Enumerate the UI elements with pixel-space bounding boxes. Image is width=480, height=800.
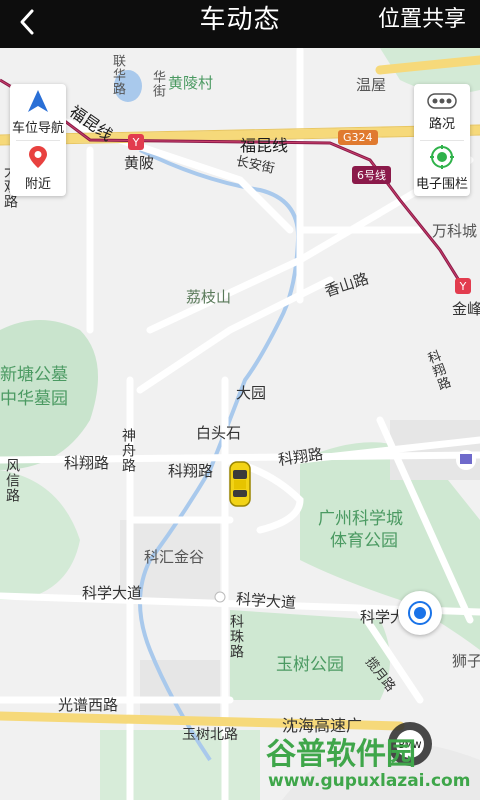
map-label-kexianglu-mid: 科翔路 [168,462,214,480]
geofence-icon [430,144,454,169]
parking-navigation-button[interactable]: 车位导航 [10,84,66,140]
traffic-icon [427,92,457,109]
map-label-kezhulu: 科珠路 [228,614,244,659]
left-control-panel: 车位导航 附近 [10,84,66,196]
map-label-kexianglu-west: 科翔路 [64,454,110,472]
geofence-button[interactable]: 电子围栏 [414,140,470,196]
map-label-jinfeng: 金峰 [452,300,480,318]
map-label-yushupark: 玉树公园 [276,655,344,675]
watermark-url: www.gupuxlazai.com [268,771,470,791]
metro-badge-line6: 6号线 [352,166,391,184]
map-label-zhonghua: 中华墓园 [0,389,68,409]
nearby-button[interactable]: 附近 [10,140,66,196]
nearby-label: 附近 [24,176,51,192]
map-view[interactable]: Y Y 黄陵村 温屋 联华路 华街 福昆线 福昆线 黄陂 长安街 万科城 金峰 … [0,48,480,800]
map-label-guangpuxilu: 光谱西路 [58,696,119,714]
map-label-shizi: 狮子 [452,652,480,670]
map-label-shenzhoulu: 神舟路 [120,428,136,473]
location-pin-icon [29,145,47,168]
map-label-huajie: 华街 [150,70,165,98]
locate-me-button[interactable] [398,591,442,635]
map-label-huangling: 黄陂 [124,154,155,172]
top-bar: 车动态 位置共享 [0,0,480,48]
map-label-wenwu: 温屋 [356,76,387,94]
traffic-label: 路况 [428,116,455,132]
app-root: 车动态 位置共享 Y Y 黄陵村 温屋 联华路 华街 福昆线 福昆线 黄陂 长安… [0,0,480,800]
watermark-cn: 谷普软件园 [266,737,416,772]
svg-text:Y: Y [459,280,467,293]
map-label-kehuijingu: 科汇金谷 [144,548,205,566]
map-label-yushubeilu: 玉树北路 [182,727,238,743]
map-label-wankecheng: 万科城 [432,222,478,240]
watermark-logo: BMW 谷普软件园 www.gupuxlazai.com [266,722,480,800]
map-label-huanglingcun: 黄陵村 [168,74,214,92]
map-label-dayuan: 大园 [236,384,267,402]
parking-navigation-label: 车位导航 [11,120,64,136]
geofence-label: 电子围栏 [415,176,468,192]
map-label-kexuedadao-west: 科学大道 [82,584,143,602]
current-location-icon [408,601,432,625]
location-share-button[interactable]: 位置共享 [378,0,466,48]
map-label-sportspark-2: 体育公园 [330,531,398,551]
navigation-arrow-icon [28,89,48,112]
metro-station-huangling: Y [128,134,144,150]
map-label-baitoushi: 白头石 [196,424,242,442]
right-control-panel: 路况 电子围栏 [414,84,470,196]
svg-text:Y: Y [132,136,140,149]
map-label-fengxinlu: 风信路 [4,458,20,503]
traffic-button[interactable]: 路况 [414,84,470,140]
metro-station-jinfeng: Y [455,278,471,294]
map-label-xintang: 新塘公墓 [0,365,68,385]
map-label-kexuedadao-mid: 科学大道 [235,589,297,613]
highway-badge-g324: G324 [338,130,378,145]
map-label-lianhualu: 联华路 [110,54,125,96]
car-marker-icon[interactable] [227,460,253,508]
map-label-lizhishan: 荔枝山 [186,288,232,306]
